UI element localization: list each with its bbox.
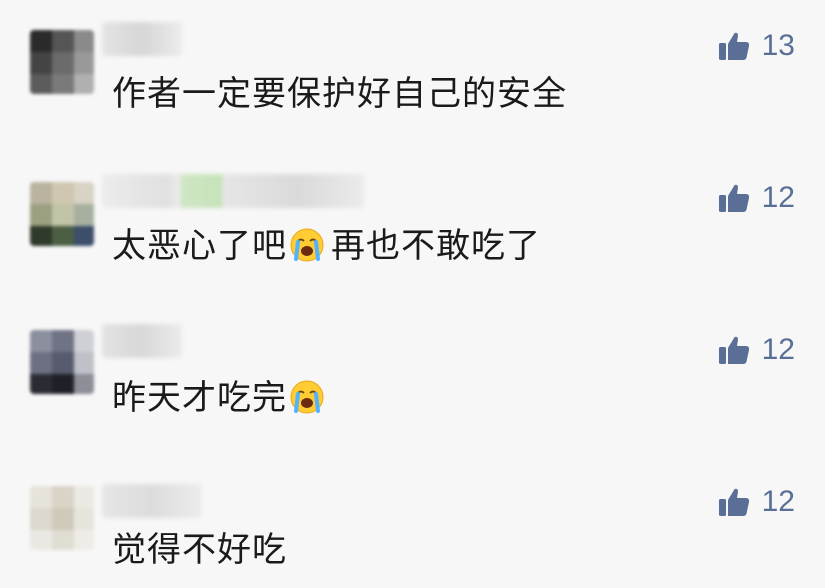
- like-count: 13: [761, 29, 795, 62]
- comment-item: 13 作者一定要保护好自己的安全: [0, 0, 825, 150]
- like-count: 12: [761, 485, 795, 518]
- comment-text: 昨天才吃完: [112, 378, 331, 424]
- thumbs-up-icon: [718, 336, 749, 364]
- like-button[interactable]: 12: [718, 178, 795, 218]
- loudly-crying-face-emoji: [289, 227, 325, 272]
- avatar[interactable]: [30, 182, 94, 246]
- comment-item: 12 觉得不好吃: [0, 456, 825, 588]
- loudly-crying-face-emoji: [289, 379, 325, 424]
- username-blurred[interactable]: [102, 174, 364, 208]
- like-button[interactable]: 12: [718, 330, 795, 370]
- thumbs-up-icon: [718, 488, 749, 516]
- username-blurred[interactable]: [102, 484, 202, 518]
- username-blurred[interactable]: [102, 22, 182, 56]
- avatar[interactable]: [30, 30, 94, 94]
- comment-text: 太恶心了吧 再也不敢吃了: [112, 226, 541, 272]
- comment-text: 觉得不好吃: [112, 530, 287, 570]
- username-blurred[interactable]: [102, 324, 182, 358]
- like-button[interactable]: 12: [718, 482, 795, 522]
- thumbs-up-icon: [718, 32, 749, 60]
- thumbs-up-icon: [718, 184, 749, 212]
- comment-list: 13 作者一定要保护好自己的安全 12 太恶心了吧 再也不敢吃了 12 昨天才吃…: [0, 0, 825, 588]
- comment-item: 12 昨天才吃完: [0, 304, 825, 454]
- like-count: 12: [761, 181, 795, 214]
- like-count: 12: [761, 333, 795, 366]
- avatar[interactable]: [30, 486, 94, 550]
- comment-text: 作者一定要保护好自己的安全: [112, 74, 567, 114]
- like-button[interactable]: 13: [718, 26, 795, 66]
- comment-item: 12 太恶心了吧 再也不敢吃了: [0, 152, 825, 302]
- avatar[interactable]: [30, 330, 94, 394]
